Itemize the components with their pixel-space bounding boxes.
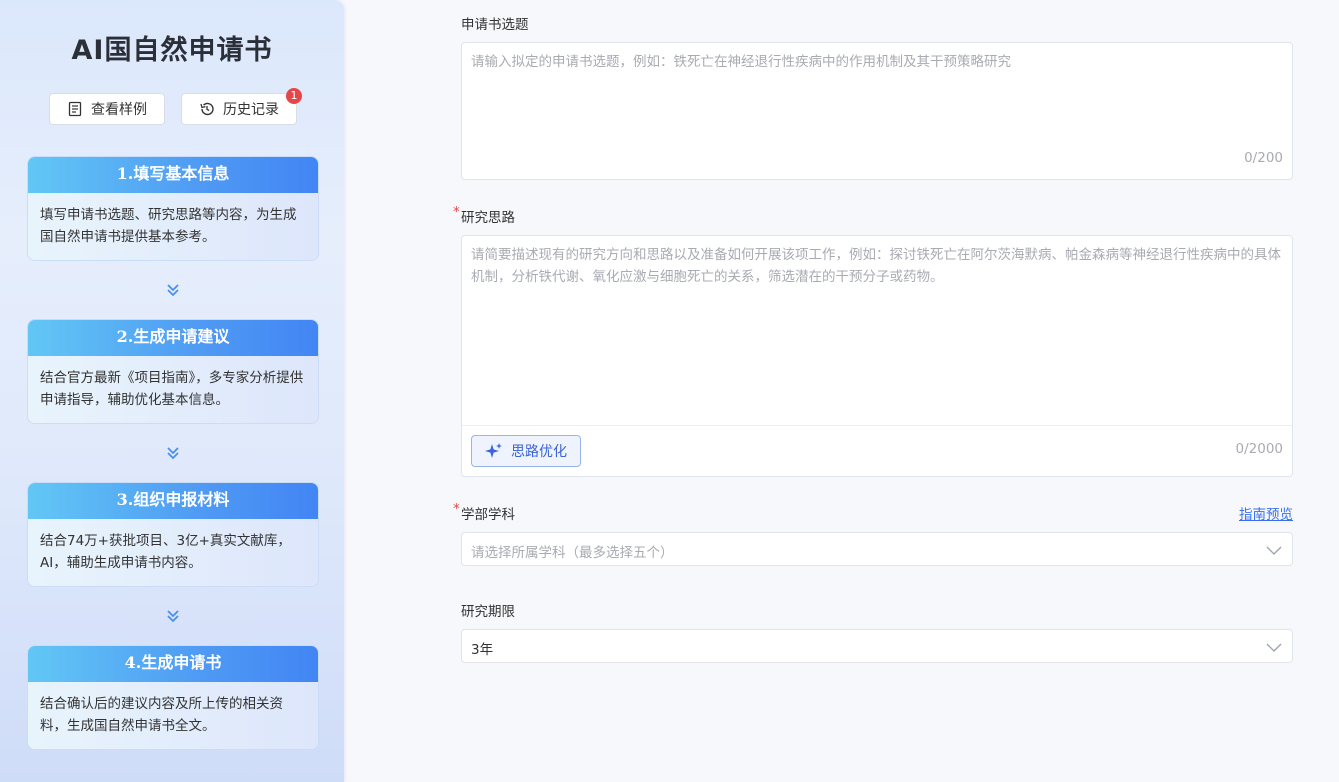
period-select[interactable]: 3年 — [461, 629, 1293, 663]
idea-label-text: 研究思路 — [461, 210, 515, 226]
guide-preview-link[interactable]: 指南预览 — [1239, 503, 1293, 523]
double-chevron-down-icon — [167, 284, 179, 297]
idea-textarea[interactable]: 请简要描述现有的研究方向和思路以及准备如何开展该项工作，例如：探讨铁死亡在阿尔茨… — [461, 235, 1293, 477]
idea-char-counter: 0/2000 — [1235, 441, 1284, 457]
period-label: 研究期限 — [461, 604, 515, 620]
sidebar: AI国自然申请书 查看样例 历史记录 1 1.填写基本信息 填写申请书选题、研究… — [0, 0, 344, 782]
sparkle-icon — [485, 443, 502, 458]
step-card-4: 4.生成申请书 结合确认后的建议内容及所上传的相关资料，生成国自然申请书全文。 — [27, 645, 319, 750]
period-value: 3年 — [471, 642, 494, 658]
step-title: 3.组织申报材料 — [28, 483, 318, 519]
step-description: 结合确认后的建议内容及所上传的相关资料，生成国自然申请书全文。 — [28, 682, 318, 749]
divider — [462, 425, 1292, 426]
optimize-idea-label: 思路优化 — [511, 444, 567, 460]
step-title: 4.生成申请书 — [28, 646, 318, 682]
required-mark: * — [453, 501, 460, 517]
idea-label: * 研究思路 — [453, 204, 515, 226]
step-card-1: 1.填写基本信息 填写申请书选题、研究思路等内容，为生成国自然申请书提供基本参考… — [27, 156, 319, 261]
view-samples-button[interactable]: 查看样例 — [49, 93, 165, 125]
discipline-placeholder: 请选择所属学科（最多选择五个） — [471, 545, 674, 561]
discipline-label: * 学部学科 — [453, 501, 515, 523]
topic-textarea[interactable]: 请输入拟定的申请书选题，例如：铁死亡在神经退行性疾病中的作用机制及其干预策略研究… — [461, 42, 1293, 180]
discipline-label-text: 学部学科 — [461, 507, 515, 523]
step-title: 1.填写基本信息 — [28, 157, 318, 193]
chevron-down-icon — [1266, 643, 1282, 652]
topic-placeholder: 请输入拟定的申请书选题，例如：铁死亡在神经退行性疾病中的作用机制及其干预策略研究 — [471, 54, 1011, 70]
step-title: 2.生成申请建议 — [28, 320, 318, 356]
step-description: 结合官方最新《项目指南》，多专家分析提供申请指导，辅助优化基本信息。 — [28, 356, 318, 423]
topic-char-counter: 0/200 — [1244, 150, 1283, 166]
topic-label: 申请书选题 — [461, 17, 529, 33]
step-card-2: 2.生成申请建议 结合官方最新《项目指南》，多专家分析提供申请指导，辅助优化基本… — [27, 319, 319, 424]
step-description: 结合74万+获批项目、3亿+真实文献库，AI，辅助生成申请书内容。 — [28, 519, 318, 586]
required-mark: * — [453, 204, 460, 220]
idea-placeholder: 请简要描述现有的研究方向和思路以及准备如何开展该项工作，例如：探讨铁死亡在阿尔茨… — [471, 247, 1281, 285]
chevron-down-icon — [1266, 546, 1282, 555]
document-icon — [68, 101, 82, 117]
history-button[interactable]: 历史记录 1 — [181, 88, 302, 125]
double-chevron-down-icon — [167, 610, 179, 623]
history-label: 历史记录 — [223, 102, 279, 118]
step-description: 填写申请书选题、研究思路等内容，为生成国自然申请书提供基本参考。 — [28, 193, 318, 260]
step-card-3: 3.组织申报材料 结合74万+获批项目、3亿+真实文献库，AI，辅助生成申请书内… — [27, 482, 319, 587]
discipline-select[interactable]: 请选择所属学科（最多选择五个） — [461, 532, 1293, 566]
history-count-badge: 1 — [286, 88, 302, 104]
history-icon — [200, 102, 214, 116]
app-title: AI国自然申请书 — [71, 35, 273, 66]
view-samples-label: 查看样例 — [91, 102, 147, 118]
optimize-idea-button[interactable]: 思路优化 — [471, 435, 581, 467]
double-chevron-down-icon — [167, 447, 179, 460]
